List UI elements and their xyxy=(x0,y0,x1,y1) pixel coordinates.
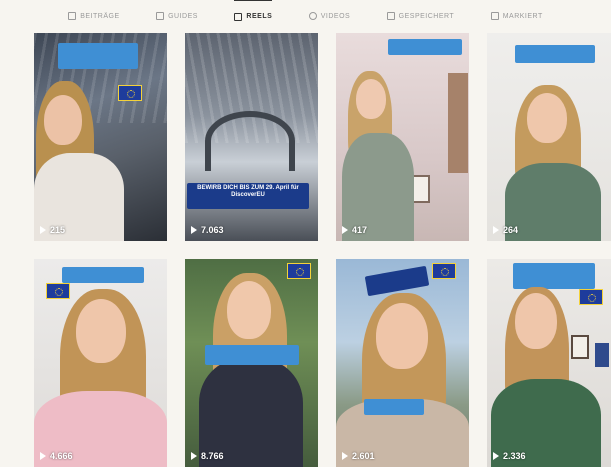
view-count: 2.336 xyxy=(493,451,526,461)
view-count: 417 xyxy=(342,225,367,235)
reels-grid: 215 BEWIRB DICH BIS ZUM 29. April für Di… xyxy=(31,30,611,467)
play-icon xyxy=(342,226,348,234)
tab-videos[interactable]: Videos xyxy=(308,0,351,30)
view-count: 2.601 xyxy=(342,451,375,461)
reel-caption xyxy=(388,39,462,55)
tab-label: Gespeichert xyxy=(398,12,455,20)
play-icon xyxy=(40,226,46,234)
person-face xyxy=(44,95,82,145)
reel-caption xyxy=(205,345,299,365)
tab-label: Videos xyxy=(320,12,351,20)
guide-icon xyxy=(156,12,165,20)
play-icon xyxy=(342,452,348,460)
tab-saved[interactable]: Gespeichert xyxy=(386,0,455,30)
reel-tile[interactable]: 2.601 xyxy=(336,259,469,467)
reel-caption xyxy=(364,399,424,415)
eu-flag-icon xyxy=(579,289,603,305)
tab-guides[interactable]: Guides xyxy=(156,0,198,30)
reel-tile[interactable]: 2.336 xyxy=(487,259,611,467)
reel-tile[interactable]: BEWIRB DICH BIS ZUM 29. April für Discov… xyxy=(185,33,318,241)
reel-caption xyxy=(513,263,595,289)
eu-flag-icon xyxy=(432,263,456,279)
profile-tab-bar: Beiträge Guides Reels Videos Gespeichert… xyxy=(0,0,611,30)
reel-tile[interactable]: 4.666 xyxy=(34,259,167,467)
reel-caption xyxy=(58,43,138,69)
bookmark-icon xyxy=(386,12,395,20)
tab-label: Markiert xyxy=(502,12,543,20)
play-icon xyxy=(40,452,46,460)
view-count: 8.766 xyxy=(191,451,224,461)
person-face xyxy=(356,79,386,119)
person-face xyxy=(227,281,271,339)
view-count: 4.666 xyxy=(40,451,73,461)
tag-icon xyxy=(490,12,499,20)
tab-posts[interactable]: Beiträge xyxy=(68,0,119,30)
view-count: 7.063 xyxy=(191,225,224,235)
eu-flag-icon xyxy=(287,263,311,279)
person-face xyxy=(515,293,557,349)
view-count: 215 xyxy=(40,225,65,235)
reel-caption xyxy=(62,267,144,283)
person-face xyxy=(527,93,567,143)
reels-icon xyxy=(234,12,243,21)
view-count: 264 xyxy=(493,225,518,235)
tab-tagged[interactable]: Markiert xyxy=(490,0,543,30)
play-icon xyxy=(493,452,499,460)
tab-label: Reels xyxy=(246,13,273,20)
play-icon xyxy=(493,226,499,234)
play-icon xyxy=(191,452,197,460)
reel-tile[interactable]: 215 xyxy=(34,33,167,241)
person-face xyxy=(76,299,126,363)
eu-flag-icon xyxy=(118,85,142,101)
reel-tile[interactable]: 417 xyxy=(336,33,469,241)
reel-tile[interactable]: 8.766 xyxy=(185,259,318,467)
reel-caption xyxy=(515,45,595,63)
tab-reels[interactable]: Reels xyxy=(234,0,273,30)
video-icon xyxy=(308,12,317,20)
eu-flag-icon xyxy=(46,283,70,299)
play-icon xyxy=(191,226,197,234)
reel-tile[interactable]: 264 xyxy=(487,33,611,241)
tab-label: Beiträge xyxy=(80,12,120,20)
reel-banner: BEWIRB DICH BIS ZUM 29. April für Discov… xyxy=(187,183,309,209)
tab-label: Guides xyxy=(168,12,198,20)
person-face xyxy=(376,303,428,369)
grid-icon xyxy=(68,12,77,20)
